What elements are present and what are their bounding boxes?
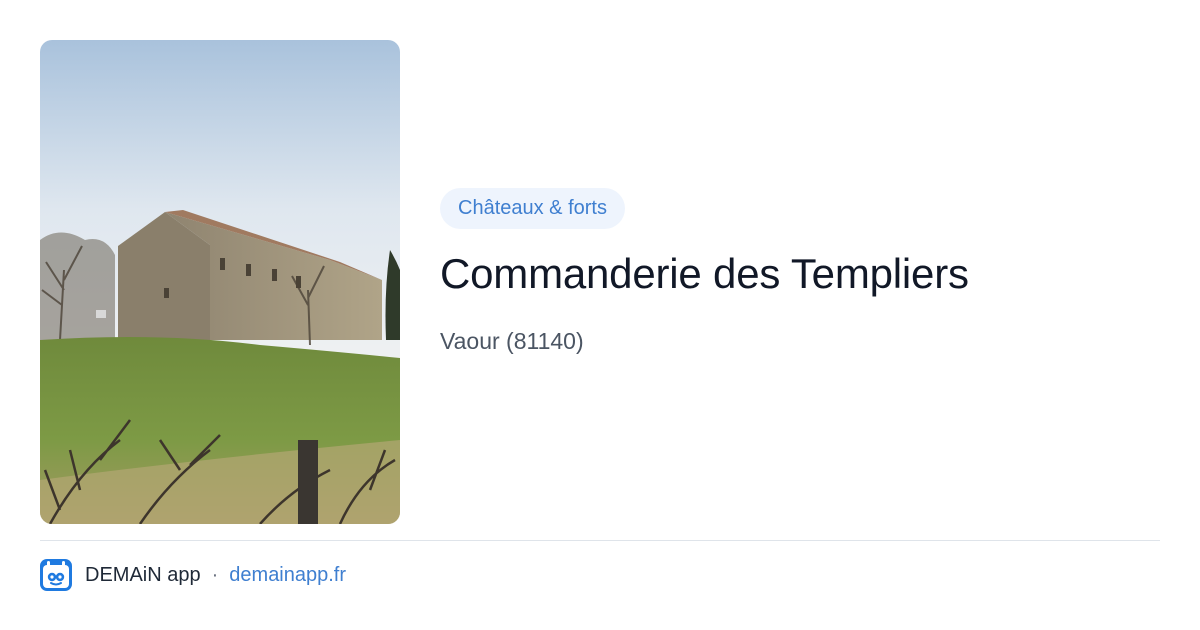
place-photo [40,40,400,524]
footer-divider [40,540,1160,541]
footer-separator: · [211,563,219,586]
place-info: Châteaux & forts Commanderie des Templie… [440,188,1160,355]
footer: DEMAiN app · demainapp.fr [40,558,346,592]
demain-app-logo-icon [40,559,72,591]
app-name: DEMAiN app [85,563,201,586]
place-title: Commanderie des Templiers [440,250,969,297]
category-tag[interactable]: Châteaux & forts [440,188,625,229]
place-location: Vaour (81140) [440,328,584,354]
app-url-link[interactable]: demainapp.fr [229,564,346,587]
